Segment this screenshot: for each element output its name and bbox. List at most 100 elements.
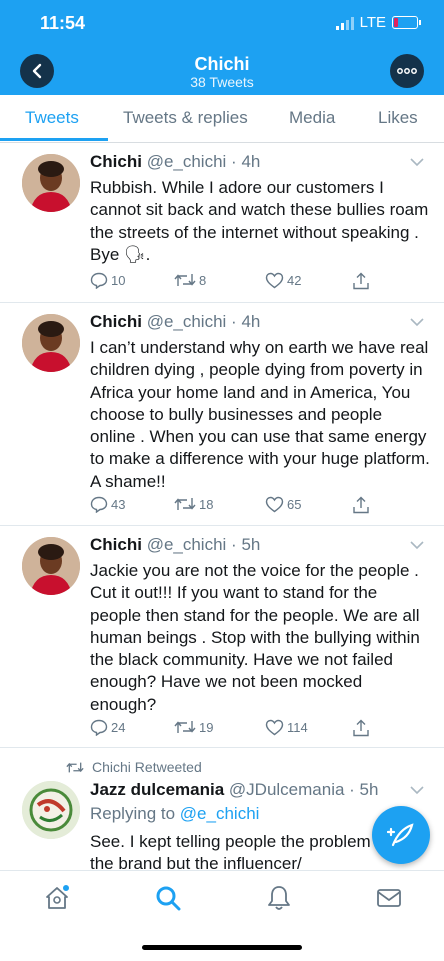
share-icon bbox=[353, 272, 369, 290]
tweet-time: 4h bbox=[241, 152, 261, 171]
nav-search[interactable] bbox=[153, 883, 183, 913]
tweet-header: Chichi @e_chichi · 4h bbox=[90, 152, 261, 171]
signal-icon bbox=[335, 16, 354, 30]
replying-prefix: Replying to bbox=[90, 804, 176, 823]
network-label: LTE bbox=[359, 14, 386, 31]
tweet-time: 5h bbox=[359, 780, 379, 799]
share-button[interactable] bbox=[352, 496, 370, 514]
nav-home[interactable] bbox=[42, 883, 72, 913]
retweet-count: 18 bbox=[199, 496, 214, 512]
tab-tweets-replies[interactable]: Tweets & replies bbox=[123, 108, 248, 128]
retweet-button[interactable]: 18 bbox=[174, 496, 213, 512]
like-button[interactable]: 114 bbox=[265, 719, 308, 736]
retweet-count: 19 bbox=[199, 719, 214, 735]
mail-icon bbox=[377, 889, 401, 907]
status-time: 11:54 bbox=[40, 13, 86, 33]
like-button[interactable]: 42 bbox=[265, 272, 301, 289]
more-options-button[interactable] bbox=[390, 54, 424, 88]
tweet-time: 4h bbox=[241, 312, 261, 331]
author-handle: @e_chichi bbox=[146, 312, 227, 331]
retweeted-indicator: Chichi Retweeted bbox=[66, 759, 202, 775]
author-handle: @e_chichi bbox=[146, 152, 227, 171]
retweet-icon bbox=[174, 721, 196, 733]
retweeted-label: Chichi Retweeted bbox=[92, 759, 202, 775]
tweet-card[interactable]: Chichi @e_chichi · 4h Rubbish. While I a… bbox=[0, 142, 444, 303]
heart-icon bbox=[265, 272, 284, 289]
avatar[interactable] bbox=[22, 537, 80, 595]
tab-tweets[interactable]: Tweets bbox=[25, 108, 79, 128]
like-count: 114 bbox=[287, 720, 308, 735]
share-icon bbox=[353, 496, 369, 514]
heart-icon bbox=[265, 719, 284, 736]
reply-button[interactable]: 43 bbox=[90, 496, 125, 513]
avatar[interactable] bbox=[22, 314, 80, 372]
avatar[interactable] bbox=[22, 154, 80, 212]
compose-feather-icon bbox=[387, 823, 414, 847]
retweet-icon bbox=[174, 274, 196, 286]
retweet-button[interactable]: 8 bbox=[174, 272, 206, 288]
tweet-card[interactable]: Chichi @e_chichi · 5h Jackie you are not… bbox=[0, 525, 444, 748]
author-handle: @JDulcemania bbox=[228, 780, 345, 799]
nav-notifications[interactable] bbox=[264, 883, 294, 913]
replying-handle-link[interactable]: @e_chichi bbox=[180, 804, 260, 823]
heart-icon bbox=[265, 496, 284, 513]
tweet-time: 5h bbox=[241, 535, 261, 554]
share-button[interactable] bbox=[352, 272, 370, 290]
reply-icon bbox=[90, 719, 108, 736]
author-name[interactable]: Chichi bbox=[90, 152, 142, 171]
reply-button[interactable]: 24 bbox=[90, 719, 125, 736]
share-button[interactable] bbox=[352, 719, 370, 737]
reply-count: 43 bbox=[111, 497, 126, 512]
nav-messages[interactable] bbox=[374, 883, 404, 913]
profile-header: 11:54 LTE Chichi 38 Tweets bbox=[0, 0, 444, 95]
tweet-count: 38 Tweets bbox=[190, 74, 254, 90]
chevron-down-icon[interactable] bbox=[410, 786, 424, 795]
tweet-text: Jackie you are not the voice for the peo… bbox=[90, 561, 420, 714]
retweet-icon bbox=[66, 762, 84, 772]
page-title: Chichi bbox=[194, 54, 250, 74]
share-icon bbox=[353, 719, 369, 737]
active-tab-indicator bbox=[0, 138, 108, 141]
author-name[interactable]: Chichi bbox=[90, 535, 142, 554]
status-indicators: LTE bbox=[335, 14, 421, 31]
ellipsis-icon bbox=[397, 68, 417, 74]
author-handle: @e_chichi bbox=[146, 535, 227, 554]
tweet-header: Chichi @e_chichi · 5h bbox=[90, 535, 261, 554]
search-icon bbox=[156, 886, 181, 911]
tweet-header: Jazz dulcemania @JDulcemania · 5h bbox=[90, 780, 379, 799]
retweet-button[interactable]: 19 bbox=[174, 719, 213, 735]
tweet-header: Chichi @e_chichi · 4h bbox=[90, 312, 261, 331]
replying-to: Replying to @e_chichi bbox=[90, 804, 259, 824]
author-name[interactable]: Chichi bbox=[90, 312, 142, 331]
tweet-text: Rubbish. While I adore our customers I c… bbox=[90, 178, 429, 264]
reply-icon bbox=[90, 272, 108, 289]
compose-tweet-button[interactable] bbox=[372, 806, 430, 864]
author-name[interactable]: Jazz dulcemania bbox=[90, 780, 224, 799]
tweet-text: I can’t understand why on earth we have … bbox=[90, 338, 430, 491]
battery-icon bbox=[392, 16, 421, 29]
retweet-count: 8 bbox=[199, 272, 207, 288]
retweet-icon bbox=[174, 498, 196, 510]
like-count: 65 bbox=[287, 497, 302, 512]
avatar[interactable] bbox=[22, 781, 80, 839]
tweet-actions: 43 18 65 bbox=[90, 496, 390, 516]
tweet-actions: 24 19 114 bbox=[90, 719, 390, 739]
chevron-down-icon[interactable] bbox=[410, 158, 424, 167]
header-title-block: Chichi 38 Tweets bbox=[0, 54, 444, 91]
like-count: 42 bbox=[287, 273, 302, 288]
tab-likes[interactable]: Likes bbox=[378, 108, 418, 128]
chevron-down-icon[interactable] bbox=[410, 541, 424, 550]
home-indicator bbox=[142, 945, 302, 950]
home-icon bbox=[46, 885, 69, 909]
tweet-actions: 10 8 42 bbox=[90, 272, 390, 292]
reply-button[interactable]: 10 bbox=[90, 272, 125, 289]
tab-media[interactable]: Media bbox=[289, 108, 335, 128]
reply-count: 24 bbox=[111, 720, 126, 735]
reply-icon bbox=[90, 496, 108, 513]
like-button[interactable]: 65 bbox=[265, 496, 301, 513]
tweet-card[interactable]: Chichi @e_chichi · 4h I can’t understand… bbox=[0, 302, 444, 526]
chevron-down-icon[interactable] bbox=[410, 318, 424, 327]
bell-icon bbox=[268, 886, 290, 910]
profile-tabs: Tweets Tweets & replies Media Likes bbox=[0, 95, 444, 143]
reply-count: 10 bbox=[111, 273, 126, 288]
